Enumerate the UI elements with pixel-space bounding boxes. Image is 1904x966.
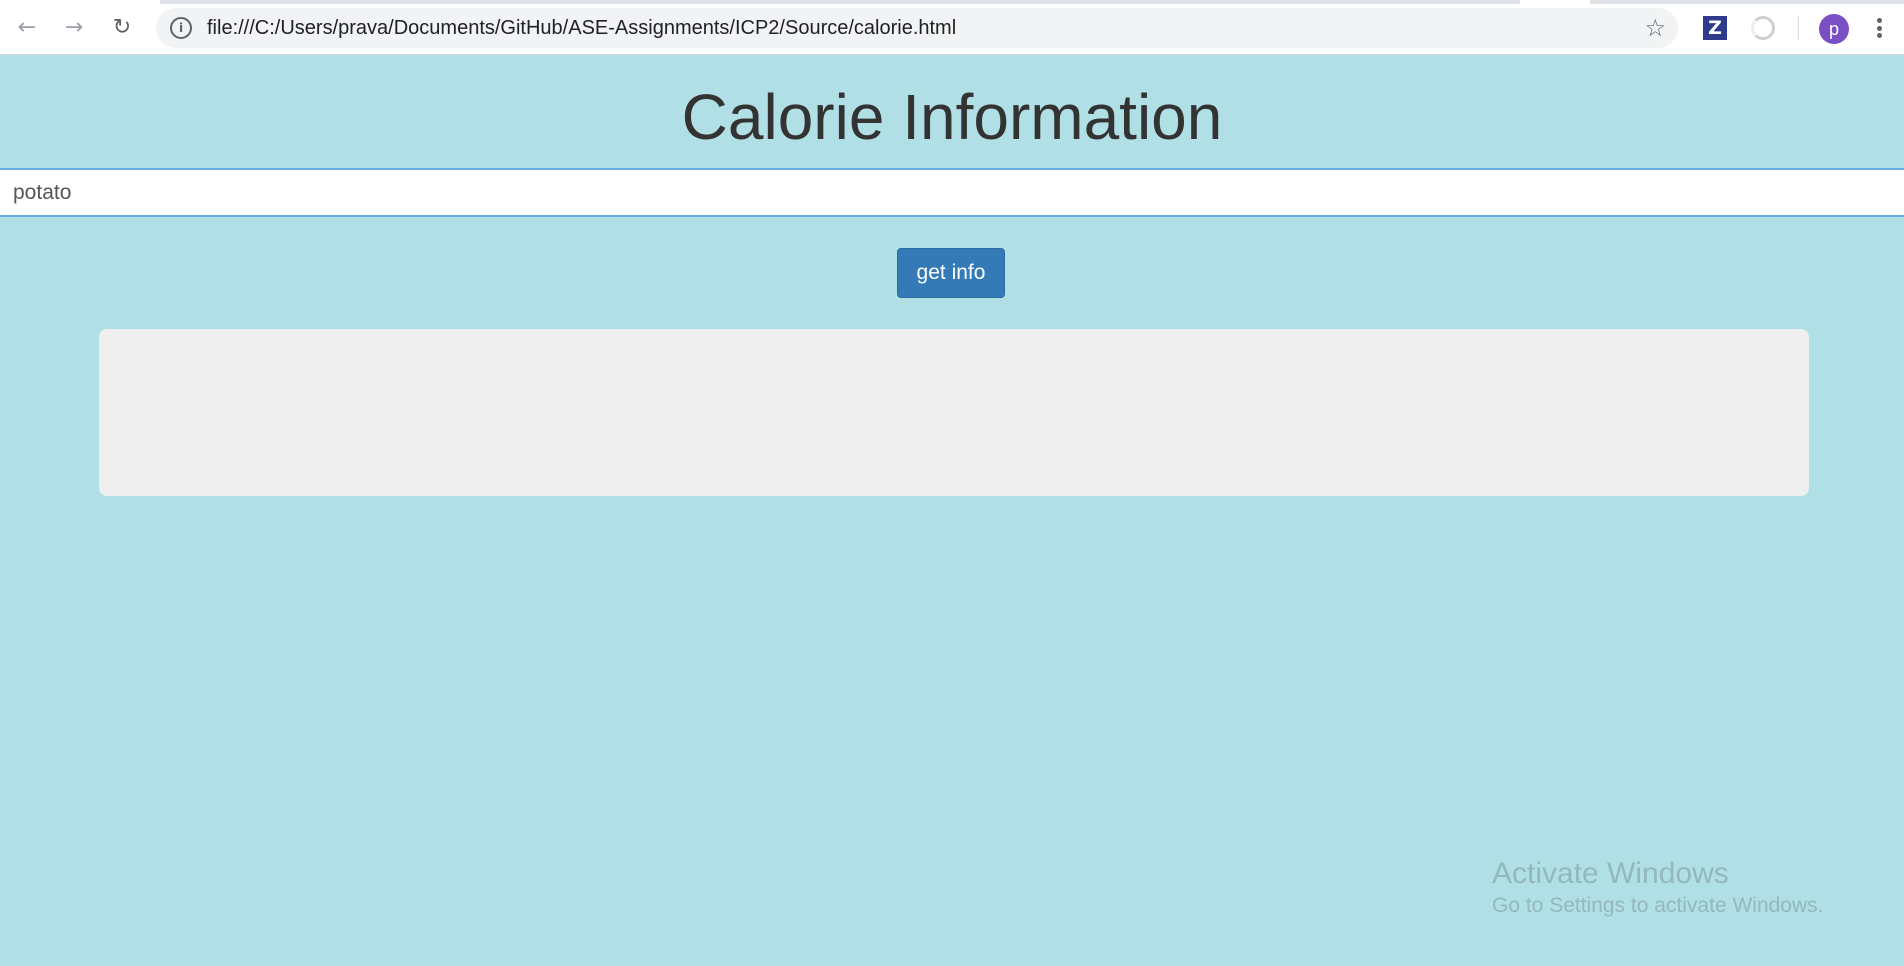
browser-toolbar: ← → ↻ i file:///C:/Users/prava/Documents…	[0, 0, 1904, 55]
address-bar[interactable]: i file:///C:/Users/prava/Documents/GitHu…	[156, 8, 1678, 48]
kebab-menu-icon[interactable]	[1872, 14, 1886, 42]
page-title: Calorie Information	[681, 81, 1223, 153]
watermark-title: Activate Windows	[1492, 857, 1729, 890]
profile-avatar[interactable]: p	[1819, 14, 1849, 44]
extension-z-icon[interactable]: Z	[1703, 16, 1727, 40]
forward-icon[interactable]: →	[59, 12, 89, 42]
food-search-input[interactable]	[0, 170, 1904, 215]
site-info-icon[interactable]: i	[170, 17, 192, 39]
extension-swirl-icon[interactable]	[1751, 16, 1775, 40]
tab-strip-segment	[160, 0, 1520, 4]
back-icon[interactable]: ←	[12, 12, 42, 42]
food-search-field[interactable]	[0, 168, 1904, 217]
tab-strip-segment	[1590, 0, 1904, 4]
address-bar-url[interactable]: file:///C:/Users/prava/Documents/GitHub/…	[207, 17, 956, 40]
reload-icon[interactable]: ↻	[107, 12, 137, 42]
windows-activation-watermark: Activate Windows Go to Settings to activ…	[1492, 856, 1824, 920]
results-panel	[99, 329, 1809, 496]
bookmark-star-icon[interactable]: ☆	[1644, 14, 1666, 42]
get-info-button[interactable]: get info	[897, 248, 1005, 298]
toolbar-divider	[1798, 16, 1799, 40]
watermark-subtitle: Go to Settings to activate Windows.	[1492, 894, 1824, 917]
tab-strip	[0, 0, 1904, 6]
